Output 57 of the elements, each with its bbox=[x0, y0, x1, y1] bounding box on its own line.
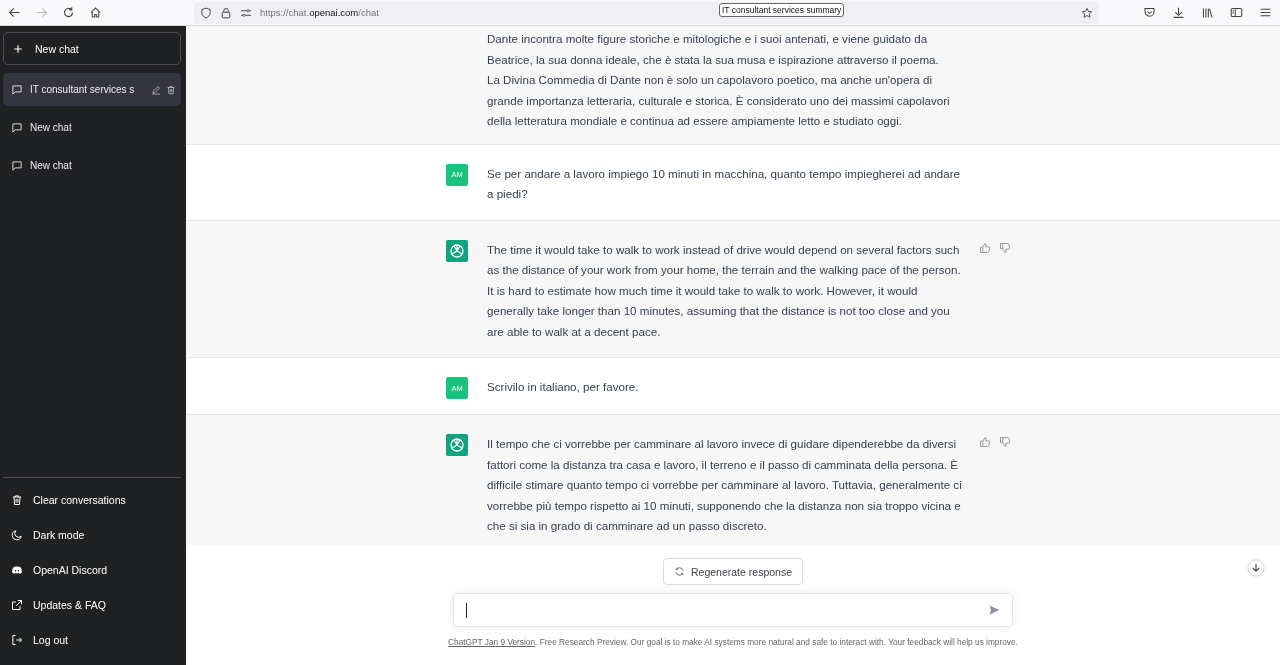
message-text: Se per andare a lavoro impiego 10 minuti in macchina, quanto tempo impiegherei ad andare a piedi? bbox=[487, 165, 962, 202]
message-text: La Divina Commedia di Dante non è solo un capolavoro poetico, ma anche un'opera di grande importanza letteraria, culturale e storica. È considerato uno dei massimi capolavori della letteratura mondiale e continua ad essere ampiamente letto e studiato oggi. bbox=[487, 72, 951, 129]
message-input-field[interactable] bbox=[453, 593, 1013, 627]
shield-icon bbox=[200, 6, 212, 19]
moon-icon bbox=[11, 528, 23, 541]
message-text: The time it would take to walk to work instead of drive would depend on several factors such as the distance of your work from your home, the terrain and the walking pace of the person. It is hard to estimate how much time it would take to walk to work. However, it would generally take longer than 10 minutes, assuming that the distance is not too close and you are able to walk at a decent pace. bbox=[487, 241, 962, 340]
conversation-item[interactable]: New chat bbox=[3, 111, 181, 144]
plus-icon bbox=[12, 42, 24, 55]
address-bar[interactable]: https://chat.openai.com/chat IT consultant services summary bbox=[194, 1, 1099, 24]
message-text: Il tempo che ci vorrebbe per camminare al lavoro invece di guidare dipenderebbe da diversi fattori come la distanza tra casa e lavoro, il terreno e il passo di camminata della persona. È difficile stimare quanto tempo ci vorrebbe per camminare al lavoro. Tuttavia, generalmente ci vorrebbe più tempo rispetto ai 10 minuti, supponendo che la distanza non sia troppo vicina e che si sia in grado di camminare ad un passo discreto. bbox=[487, 436, 963, 534]
chat-bubble-icon bbox=[11, 121, 23, 134]
sidebar-icon[interactable] bbox=[1230, 6, 1243, 19]
sidebar-menu-item[interactable]: Log out bbox=[3, 622, 181, 657]
footer-disclaimer: ChatGPT Jan 9 Version. Free Research Preview. Our goal is to make AI systems more natural and safe to interact with. Your feedback will help us improve. bbox=[448, 637, 1018, 647]
back-icon[interactable] bbox=[8, 6, 21, 19]
logout-icon bbox=[11, 633, 23, 646]
thumbs-down-icon[interactable] bbox=[999, 241, 1011, 254]
pocket-icon[interactable] bbox=[1143, 6, 1156, 19]
conversation-title: New chat bbox=[30, 122, 73, 133]
thumbs-down-icon[interactable] bbox=[999, 436, 1011, 448]
thumbs-up-icon[interactable] bbox=[979, 436, 991, 448]
assistant-logo-icon bbox=[446, 434, 468, 456]
home-icon[interactable] bbox=[89, 6, 102, 19]
message-text: Scrivilo in italiano, per favore. bbox=[487, 379, 640, 395]
scroll-down-icon[interactable] bbox=[1247, 559, 1265, 577]
conversation-item[interactable]: IT consultant services s bbox=[3, 73, 181, 106]
text-cursor bbox=[466, 602, 467, 618]
trash-icon bbox=[11, 493, 23, 506]
lock-icon bbox=[220, 6, 232, 19]
library-icon[interactable] bbox=[1201, 6, 1214, 19]
message-text: Dante incontra molte figure storiche e mitologiche e i suoi antenati, e viene guidato da Beatrice, la sua donna ideale, che è stata la sua musa e ispirazione attraverso il poema. bbox=[487, 31, 940, 68]
trash-icon[interactable] bbox=[166, 84, 176, 95]
send-icon[interactable] bbox=[988, 604, 1000, 616]
menu-icon[interactable] bbox=[1259, 6, 1272, 19]
new-chat-button[interactable]: New chat bbox=[3, 32, 181, 65]
reload-icon[interactable] bbox=[62, 6, 75, 19]
url-text: https://chat.openai.com/chat bbox=[260, 7, 379, 18]
chat-bubble-icon bbox=[11, 83, 23, 96]
sidebar-menu-item[interactable]: Dark mode bbox=[3, 517, 181, 552]
regenerate-response-button[interactable]: Regenerate response bbox=[663, 558, 803, 585]
sidebar-menu-item[interactable]: Clear conversations bbox=[3, 482, 181, 517]
sliders-icon bbox=[240, 6, 252, 19]
external-link-icon bbox=[11, 598, 23, 611]
conversation-title: New chat bbox=[30, 160, 73, 171]
download-icon[interactable] bbox=[1172, 6, 1185, 19]
conversation-title: IT consultant services s bbox=[30, 84, 136, 95]
pencil-icon[interactable] bbox=[151, 84, 161, 95]
assistant-logo-icon bbox=[446, 239, 468, 262]
star-icon[interactable] bbox=[1081, 6, 1093, 19]
thumbs-up-icon[interactable] bbox=[979, 241, 991, 254]
chat-bubble-icon bbox=[11, 159, 23, 172]
sidebar-menu-item[interactable]: Updates & FAQ bbox=[3, 587, 181, 622]
refresh-icon bbox=[674, 566, 685, 577]
sidebar-menu-item[interactable]: OpenAI Discord bbox=[3, 552, 181, 587]
discord-icon bbox=[11, 563, 23, 576]
tooltip: IT consultant services summary bbox=[719, 2, 845, 17]
conversation-item[interactable]: New chat bbox=[3, 149, 181, 182]
